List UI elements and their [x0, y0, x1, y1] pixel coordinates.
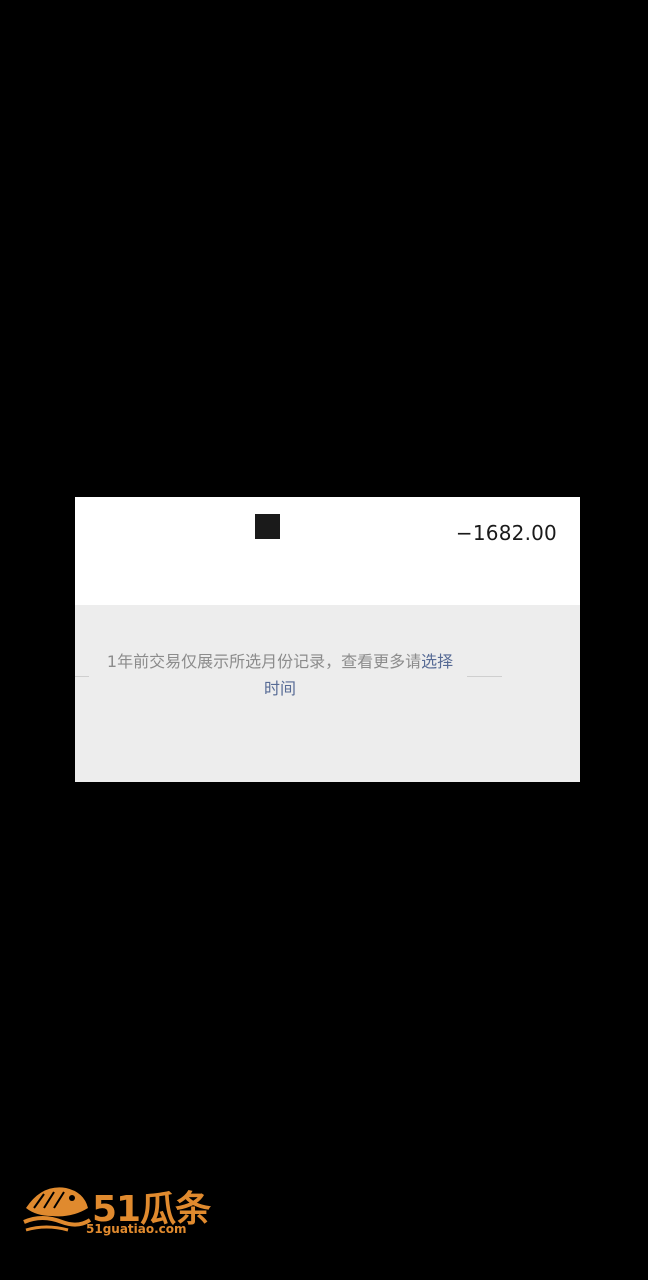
bill-card: −1682.00 1年前交易仅展示所选月份记录，查看更多请选择时间	[75, 497, 580, 782]
transaction-amount: −1682.00	[455, 521, 557, 545]
divider-right	[467, 676, 502, 677]
transaction-row[interactable]: −1682.00	[75, 497, 580, 605]
notice-text: 1年前交易仅展示所选月份记录，查看更多请	[106, 652, 422, 671]
merchant-avatar	[255, 514, 280, 539]
watermark-site: 51guatiao.com	[86, 1222, 187, 1236]
fish-logo-icon	[23, 1187, 92, 1232]
site-watermark: 51瓜条 51guatiao.com	[22, 1178, 222, 1238]
divider-left	[75, 676, 89, 677]
history-notice: 1年前交易仅展示所选月份记录，查看更多请选择时间	[105, 648, 455, 702]
